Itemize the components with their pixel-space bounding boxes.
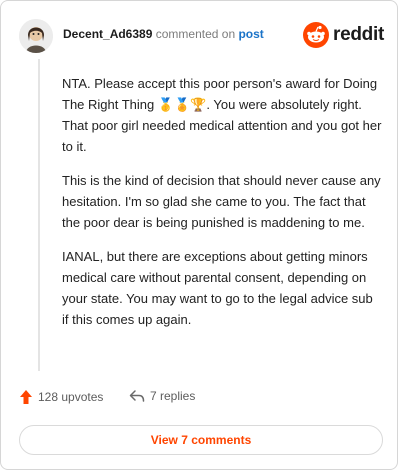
comment-paragraph-3: IANAL, but there are exceptions about ge… [62, 249, 373, 327]
post-link[interactable]: post [238, 27, 263, 41]
view-comments-button[interactable]: View 7 comments [19, 425, 383, 455]
byline-action: commented on [155, 27, 236, 41]
reply-arrow-icon [129, 390, 145, 402]
reddit-logo[interactable]: reddit [303, 21, 384, 49]
thread-line [38, 59, 40, 371]
username[interactable]: Decent_Ad6389 [63, 27, 152, 41]
byline: Decent_Ad6389 commented on post [63, 27, 264, 41]
comment-header: Decent_Ad6389 commented on post reddit [19, 17, 384, 53]
comment-card: Decent_Ad6389 commented on post reddit N… [0, 0, 398, 470]
comment-body: NTA. Please accept this poor person's aw… [62, 73, 382, 343]
comment-paragraph-1: NTA. Please accept this poor person's aw… [62, 76, 382, 154]
upvotes[interactable]: 128 upvotes [19, 389, 103, 405]
upvote-arrow-icon [20, 390, 32, 404]
reddit-wordmark: reddit [333, 24, 384, 45]
comment-footer: 128 upvotes 7 replies [19, 389, 384, 409]
avatar[interactable] [19, 19, 53, 53]
comment-paragraph-2: This is the kind of decision that should… [62, 173, 381, 230]
upvotes-count: 128 upvotes [38, 390, 104, 404]
replies[interactable]: 7 replies [129, 389, 195, 403]
replies-count: 7 replies [150, 389, 196, 403]
reddit-logo-icon [303, 22, 330, 48]
